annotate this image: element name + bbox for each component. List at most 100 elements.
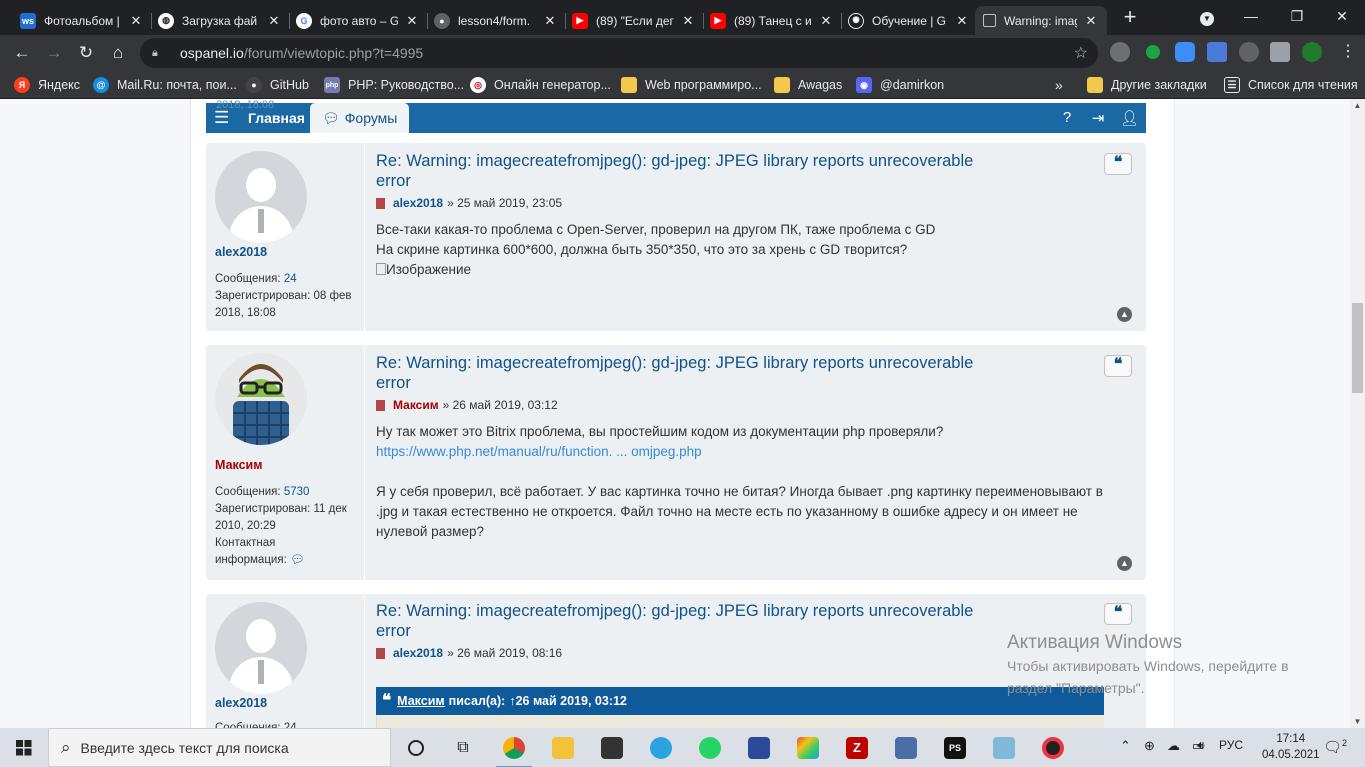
post-author-link[interactable]: Максим bbox=[215, 458, 263, 472]
close-tab-icon[interactable]: ✕ bbox=[1083, 13, 1099, 29]
close-tab-icon[interactable]: ✕ bbox=[954, 13, 970, 29]
contact-chat-icon[interactable]: 💬︎ bbox=[290, 554, 305, 566]
quote-button[interactable]: ❝ bbox=[1104, 153, 1132, 175]
browser-tab[interactable]: ✺ Обучение | G ✕ bbox=[840, 6, 978, 35]
extension-icon[interactable] bbox=[1143, 42, 1163, 62]
cloud-extension-icon[interactable] bbox=[1175, 42, 1195, 62]
minimize-button[interactable]: — bbox=[1228, 0, 1274, 32]
post-title[interactable]: Re: Warning: imagecreatefromjpeg(): gd-j… bbox=[376, 601, 1016, 641]
settings-extension-icon[interactable] bbox=[1239, 42, 1259, 62]
close-tab-icon[interactable]: ✕ bbox=[680, 13, 696, 29]
restore-button[interactable]: ❐ bbox=[1274, 0, 1320, 32]
post-icon[interactable] bbox=[376, 197, 385, 209]
taskbar-app-phpstorm[interactable]: PS bbox=[935, 732, 975, 764]
help-icon[interactable]: ? bbox=[1058, 109, 1076, 126]
post-title[interactable]: Re: Warning: imagecreatefromjpeg(): gd-j… bbox=[376, 353, 1016, 393]
scroll-up-arrow-icon[interactable]: ▲ bbox=[1350, 101, 1365, 110]
nav-forums-tab[interactable]: 💬︎ Форумы bbox=[310, 103, 410, 133]
post-author-link[interactable]: alex2018 bbox=[393, 196, 443, 210]
tray-device-icon[interactable]: ⊕ bbox=[1144, 738, 1155, 754]
taskbar-app-rdp[interactable] bbox=[886, 732, 926, 764]
bookmark-item[interactable]: @ Mail.Ru: почта, пои... bbox=[93, 76, 237, 94]
browser-tab[interactable]: G фото авто – G ✕ bbox=[288, 6, 428, 35]
taskbar-app-paint[interactable] bbox=[788, 732, 828, 764]
post-author-link[interactable]: alex2018 bbox=[393, 646, 443, 660]
page-scrollbar[interactable]: ▲ ▼ bbox=[1350, 99, 1365, 728]
post-title[interactable]: Re: Warning: imagecreatefromjpeg(): gd-j… bbox=[376, 151, 1016, 191]
bookmark-item[interactable]: ● GitHub bbox=[246, 76, 309, 94]
browser-tab[interactable]: ● lesson4/form. ✕ bbox=[426, 6, 566, 35]
reading-list[interactable]: ☰ Список для чтения bbox=[1224, 76, 1358, 94]
avatar[interactable] bbox=[215, 353, 307, 445]
reload-button[interactable]: ↻ bbox=[72, 39, 100, 67]
browser-tab[interactable]: ws Фотоальбом | ✕ bbox=[12, 6, 152, 35]
taskbar-app-notes[interactable] bbox=[984, 732, 1024, 764]
bookmark-item[interactable]: ◎ Онлайн генератор... bbox=[470, 76, 611, 94]
browser-tab[interactable]: ▶ (89) "Если дег ✕ bbox=[564, 6, 704, 35]
post-author-link[interactable]: alex2018 bbox=[215, 245, 267, 259]
login-icon[interactable]: ⇥ bbox=[1089, 109, 1107, 127]
close-tab-icon[interactable]: ✕ bbox=[404, 13, 420, 29]
php-manual-link[interactable]: https://www.php.net/manual/ru/function. … bbox=[376, 444, 702, 459]
volume-icon[interactable]: 🔊︎ bbox=[1197, 738, 1205, 753]
bookmark-item[interactable]: ◉ @damirkon bbox=[856, 76, 944, 94]
tray-cloud-icon[interactable]: ☁ bbox=[1167, 738, 1180, 754]
back-to-top-icon[interactable]: ▲ bbox=[1117, 556, 1132, 571]
close-tab-icon[interactable]: ✕ bbox=[542, 13, 558, 29]
tray-overflow-icon[interactable]: ⌃ bbox=[1120, 738, 1131, 754]
bookmark-folder[interactable]: Awagas bbox=[774, 76, 842, 94]
more-bookmarks-icon[interactable]: » bbox=[1055, 76, 1063, 94]
bookmark-item[interactable]: Я Яндекс bbox=[14, 76, 80, 94]
nav-home-link[interactable]: Главная bbox=[248, 110, 305, 126]
extension-icon[interactable] bbox=[1110, 42, 1130, 62]
profile-avatar[interactable] bbox=[1302, 42, 1322, 62]
tab-search-button[interactable]: ▼ bbox=[1184, 0, 1230, 32]
scroll-down-arrow-icon[interactable]: ▼ bbox=[1350, 717, 1365, 726]
taskbar-search-box[interactable]: ⌕ Введите здесь текст для поиска bbox=[48, 728, 391, 767]
task-view-button[interactable]: ⧉ bbox=[443, 732, 483, 764]
browser-tab-active[interactable]: Warning: imag ✕ bbox=[975, 6, 1107, 35]
taskbar-app-whatsapp[interactable] bbox=[690, 732, 730, 764]
messages-count-link[interactable]: 5730 bbox=[284, 486, 310, 498]
home-button[interactable]: ⌂ bbox=[104, 39, 132, 67]
bookmark-folder[interactable]: Другие закладки bbox=[1087, 76, 1207, 94]
language-indicator[interactable]: РУС bbox=[1219, 738, 1243, 752]
close-tab-icon[interactable]: ✕ bbox=[818, 13, 834, 29]
taskbar-app-media[interactable] bbox=[1033, 732, 1073, 764]
bookmark-folder[interactable]: Web программиро... bbox=[621, 76, 762, 94]
menu-hamburger-icon[interactable]: ☰ bbox=[214, 109, 230, 127]
forward-button[interactable]: → bbox=[40, 39, 68, 67]
close-tab-icon[interactable]: ✕ bbox=[128, 13, 144, 29]
notification-center-icon[interactable]: 🗨︎2 bbox=[1323, 738, 1347, 756]
quote-button[interactable]: ❝ bbox=[1104, 355, 1132, 377]
address-bar[interactable]: 🔒︎ ospanel.io/forum/viewtopic.php?t=4995… bbox=[140, 38, 1098, 68]
messages-count-link[interactable]: 24 bbox=[284, 273, 297, 285]
browser-tab[interactable]: ◍ Загрузка фай ✕ bbox=[150, 6, 290, 35]
scrollbar-thumb[interactable] bbox=[1352, 303, 1363, 393]
taskbar-app-filezilla[interactable]: Z bbox=[837, 732, 877, 764]
avatar[interactable] bbox=[215, 151, 307, 243]
translate-extension-icon[interactable] bbox=[1207, 42, 1227, 62]
register-user-icon[interactable]: 👤︎ bbox=[1120, 109, 1139, 127]
bookmark-item[interactable]: php PHP: Руководство... bbox=[324, 76, 464, 94]
new-tab-button[interactable]: + bbox=[1118, 6, 1142, 30]
post-icon[interactable] bbox=[376, 647, 385, 659]
quote-source-link[interactable]: ↑26 май 2019, 03:12 bbox=[509, 694, 627, 708]
bookmark-star-icon[interactable]: ☆ bbox=[1074, 43, 1088, 63]
taskbar-app-store[interactable] bbox=[592, 732, 632, 764]
taskbar-app-save[interactable] bbox=[739, 732, 779, 764]
puzzle-icon[interactable] bbox=[1270, 42, 1290, 62]
taskbar-app-chrome[interactable] bbox=[494, 732, 534, 767]
browser-tab[interactable]: ▶ (89) Танец с и ✕ bbox=[702, 6, 842, 35]
avatar[interactable] bbox=[215, 602, 307, 694]
close-window-button[interactable]: ✕ bbox=[1319, 0, 1365, 32]
menu-kebab-icon[interactable]: ⋮ bbox=[1338, 42, 1358, 62]
cortana-button[interactable] bbox=[396, 732, 436, 764]
back-to-top-icon[interactable]: ▲ bbox=[1117, 307, 1132, 322]
quote-author-link[interactable]: Максим bbox=[397, 694, 445, 708]
system-clock[interactable]: 17:14 04.05.2021 bbox=[1262, 731, 1320, 763]
taskbar-app-explorer[interactable] bbox=[543, 732, 583, 764]
post-author-link[interactable]: alex2018 bbox=[215, 696, 267, 710]
back-button[interactable]: ← bbox=[8, 39, 36, 67]
taskbar-app-telegram[interactable] bbox=[641, 732, 681, 764]
